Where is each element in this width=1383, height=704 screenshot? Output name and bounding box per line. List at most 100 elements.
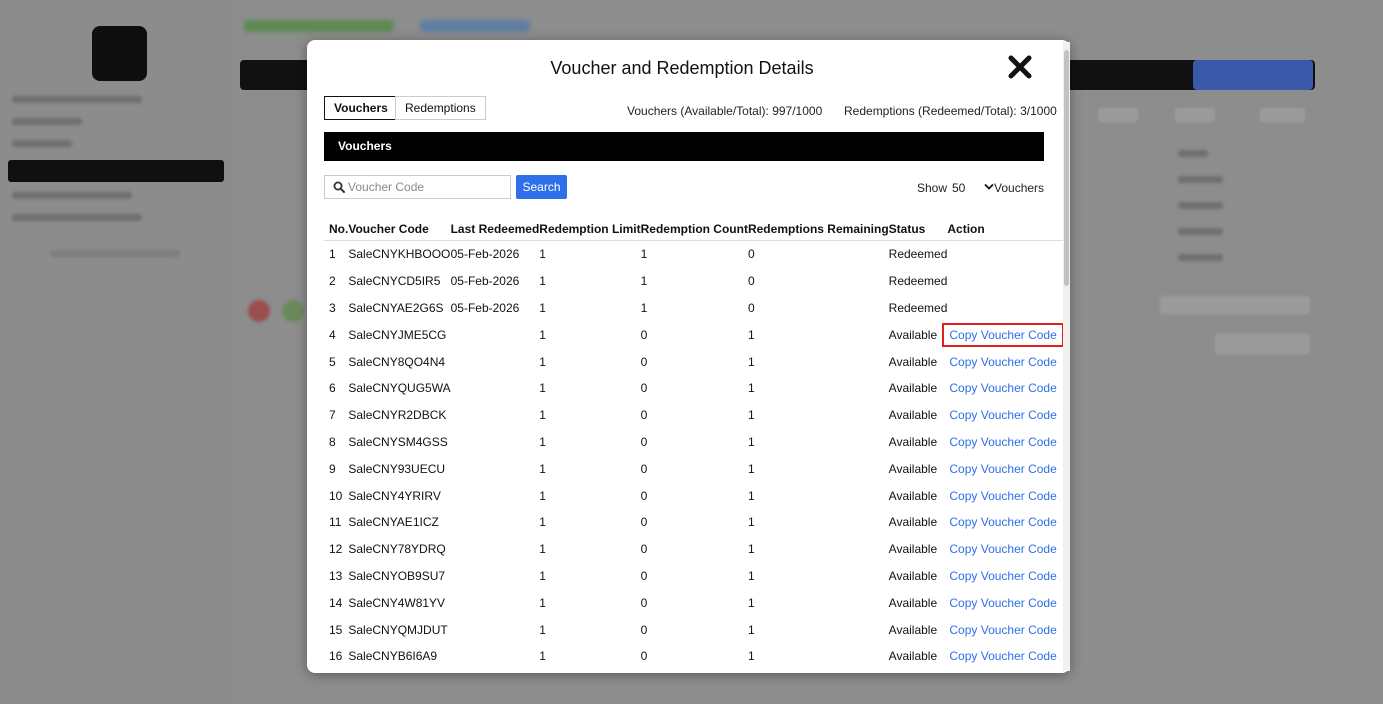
- background-nav-line: [12, 214, 142, 221]
- row-action: Copy Voucher Code: [947, 455, 1063, 482]
- redemptions-remaining: 1: [747, 649, 755, 664]
- redemption-limit: 1: [539, 595, 546, 610]
- background-logo: [92, 26, 147, 81]
- voucher-code: SaleCNYKHBOOO: [348, 247, 451, 262]
- row-action: Copy Voucher Code: [947, 509, 1063, 536]
- background-table-line: [1178, 202, 1223, 209]
- table-header-row: No. Voucher Code Last Redeemed Redemptio…: [324, 218, 1064, 241]
- redemption-count: 0: [640, 488, 648, 503]
- voucher-code: SaleCNY4W81YV: [348, 595, 446, 610]
- column-header: Last Redeemed: [450, 218, 540, 241]
- voucher-status: Available: [888, 381, 938, 396]
- background-sidebar: [0, 0, 232, 704]
- voucher-status: Available: [888, 408, 938, 423]
- search-button[interactable]: Search: [516, 175, 567, 199]
- redemptions-remaining: 1: [747, 488, 755, 503]
- redemption-count: 0: [640, 327, 648, 342]
- copy-voucher-code-link[interactable]: Copy Voucher Code: [942, 430, 1063, 454]
- background-action-dot: [248, 300, 270, 322]
- modal-scrollbar-thumb[interactable]: [1064, 50, 1069, 286]
- table-row: 10 SaleCNY4YRIRV 1 0 1 Available Copy Voucher …: [324, 482, 1064, 509]
- background-toolbar-button: [1193, 60, 1313, 90]
- copy-voucher-code-link[interactable]: Copy Voucher Code: [942, 644, 1063, 668]
- redemptions-remaining: 1: [747, 595, 755, 610]
- column-header: Action: [947, 218, 1064, 241]
- background-table-line: [1178, 150, 1208, 157]
- copy-voucher-code-link[interactable]: Copy Voucher Code: [942, 403, 1063, 427]
- voucher-status: Available: [888, 649, 938, 664]
- background-nav-active: [8, 160, 224, 182]
- copy-voucher-code-link[interactable]: Copy Voucher Code: [942, 457, 1063, 481]
- row-number: 8: [329, 434, 336, 449]
- background-action-dot: [282, 300, 304, 322]
- redemption-limit: 1: [539, 515, 546, 530]
- copy-voucher-code-link[interactable]: Copy Voucher Code: [942, 591, 1063, 615]
- last-redeemed: [451, 509, 540, 536]
- redemption-count: 0: [640, 542, 648, 557]
- redemption-limit: 1: [539, 408, 546, 423]
- column-header: Redemption Limit: [539, 218, 641, 241]
- row-number: 15: [329, 622, 343, 637]
- copy-voucher-code-link[interactable]: Copy Voucher Code: [942, 564, 1063, 588]
- redemption-count: 0: [640, 649, 648, 664]
- redemption-limit: 1: [539, 488, 546, 503]
- voucher-status: Available: [888, 542, 938, 557]
- table-row: 16 SaleCNYB6I6A9 1 0 1 Available Copy Voucher …: [324, 643, 1064, 670]
- table-row: 9 SaleCNY93UECU 1 0 1 Available Copy Voucher C…: [324, 455, 1064, 482]
- copy-voucher-code-link[interactable]: Copy Voucher Code: [942, 484, 1063, 508]
- search-field[interactable]: [324, 175, 511, 199]
- voucher-status: Available: [888, 354, 938, 369]
- copy-voucher-code-link[interactable]: Copy Voucher Code: [942, 537, 1063, 561]
- copy-voucher-code-link[interactable]: Copy Voucher Code: [942, 350, 1063, 374]
- row-action: Copy Voucher Code: [947, 643, 1063, 670]
- table-row: 14 SaleCNY4W81YV 1 0 1 Available Copy Voucher …: [324, 589, 1064, 616]
- voucher-status: Available: [888, 327, 938, 342]
- voucher-code: SaleCNYJME5CG: [348, 327, 447, 342]
- redemption-count: 0: [640, 434, 648, 449]
- vouchers-table: No. Voucher Code Last Redeemed Redemptio…: [324, 218, 1064, 670]
- vouchers-summary: Vouchers (Available/Total): 997/1000: [627, 104, 823, 118]
- voucher-status: Available: [888, 461, 938, 476]
- background-pagination: [1160, 296, 1310, 314]
- tab-redemptions[interactable]: Redemptions: [395, 96, 486, 120]
- redemption-count: 0: [640, 354, 648, 369]
- row-action: [947, 268, 1063, 295]
- copy-voucher-code-link[interactable]: Copy Voucher Code: [942, 376, 1063, 400]
- search-input[interactable]: [348, 178, 506, 196]
- redemption-limit: 1: [539, 461, 546, 476]
- redemptions-remaining: 0: [747, 274, 755, 289]
- copy-voucher-code-link[interactable]: Copy Voucher Code: [942, 510, 1063, 534]
- row-action: Copy Voucher Code: [947, 536, 1063, 563]
- page-size-prefix: Show: [917, 181, 948, 195]
- background-table-line: [1178, 254, 1223, 261]
- row-number: 12: [329, 542, 343, 557]
- last-redeemed: [451, 589, 540, 616]
- page-size-suffix: Vouchers: [994, 181, 1045, 195]
- voucher-code: SaleCNYQUG5WA: [348, 381, 451, 396]
- voucher-status: Redeemed: [888, 300, 948, 315]
- copy-voucher-code-link[interactable]: Copy Voucher Code: [942, 322, 1064, 347]
- row-action: Copy Voucher Code: [947, 563, 1063, 590]
- copy-voucher-code-link[interactable]: Copy Voucher Code: [942, 618, 1063, 642]
- row-number: 7: [329, 408, 336, 423]
- tab-vouchers[interactable]: Vouchers: [324, 96, 398, 120]
- redemption-count: 0: [640, 381, 648, 396]
- redemption-count: 1: [640, 274, 648, 289]
- voucher-code: SaleCNYAE2G6S: [348, 300, 444, 315]
- redemption-count: 0: [640, 595, 648, 610]
- redemptions-remaining: 1: [747, 622, 755, 637]
- close-button[interactable]: [1007, 54, 1033, 80]
- voucher-code: SaleCNY8QO4N4: [348, 354, 446, 369]
- table-row: 5 SaleCNY8QO4N4 1 0 1 Available Copy Voucher C…: [324, 348, 1064, 375]
- redemption-count: 0: [640, 568, 648, 583]
- background-nav-line: [12, 140, 72, 147]
- background-breadcrumb: [244, 20, 394, 32]
- background-nav-line: [12, 192, 132, 199]
- redemption-count: 0: [640, 622, 648, 637]
- row-number: 11: [329, 515, 342, 530]
- background-button: [1215, 334, 1310, 354]
- last-redeemed: [451, 536, 540, 563]
- row-number: 13: [329, 568, 343, 583]
- voucher-status: Available: [888, 515, 938, 530]
- voucher-code: SaleCNYSM4GSS: [348, 434, 448, 449]
